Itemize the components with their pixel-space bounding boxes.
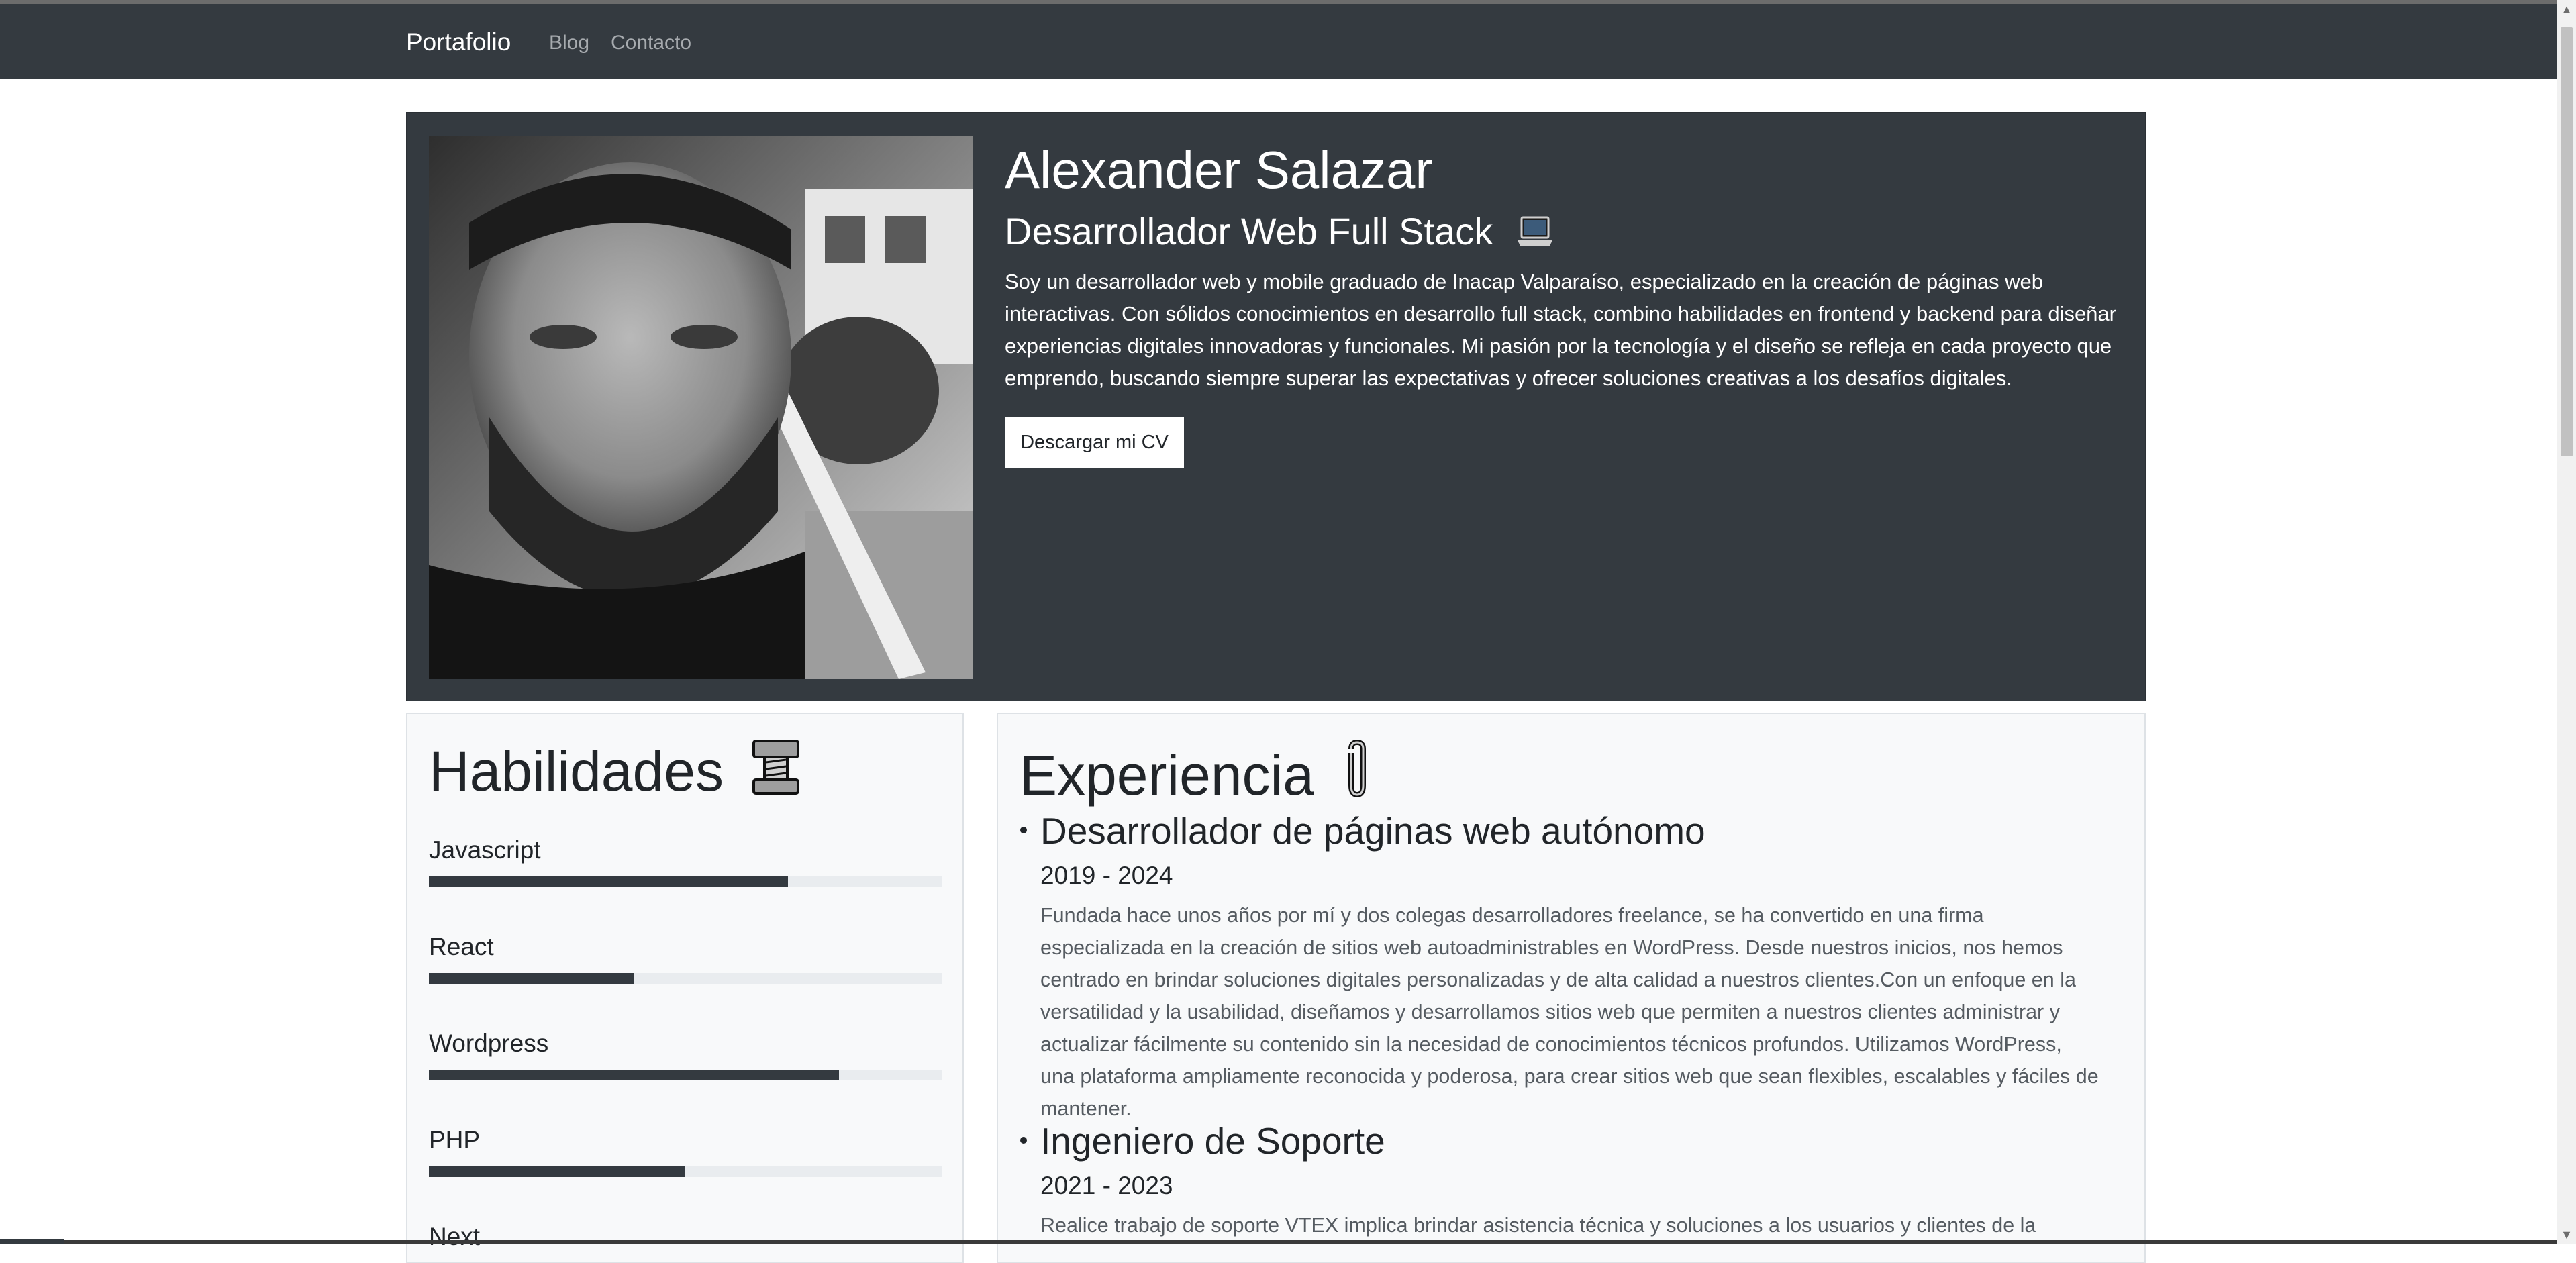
skills-card: Habilidades Javascript React Wordpress P… <box>406 713 964 1263</box>
skill-progress-fill <box>429 973 634 984</box>
list-bullet <box>1020 827 1027 833</box>
skill-progress-track <box>429 973 942 984</box>
experience-item-title: Ingeniero de Soporte <box>1040 1120 1385 1162</box>
skill-progress-fill <box>429 876 788 887</box>
nut-bolt-icon <box>751 738 801 809</box>
experience-item-description: Realice trabajo de soporte VTEX implica … <box>1040 1214 2036 1237</box>
profile-photo <box>429 136 973 679</box>
skill-javascript: Javascript <box>429 836 942 887</box>
experience-item-years: 2019 - 2024 <box>1040 862 1173 889</box>
skills-title-text: Habilidades <box>429 740 724 803</box>
horizontal-scrollbar-thumb[interactable] <box>0 1239 64 1244</box>
experience-card: Experiencia Desarrollador de páginas web… <box>997 713 2146 1263</box>
scroll-down-arrow-icon[interactable]: ▼ <box>2557 1225 2576 1244</box>
nav-link-contacto[interactable]: Contacto <box>611 32 691 54</box>
skills-title: Habilidades <box>429 738 801 809</box>
skill-react: React <box>429 933 942 984</box>
scroll-up-arrow-icon[interactable]: ▲ <box>2557 0 2576 19</box>
hero-section: Alexander Salazar Desarrollador Web Full… <box>406 112 2146 701</box>
skill-progress-fill <box>429 1070 840 1080</box>
experience-title-text: Experiencia <box>1020 744 1314 807</box>
list-bullet <box>1020 1137 1027 1144</box>
experience-item-years: 2021 - 2023 <box>1040 1172 1173 1199</box>
skill-name: Wordpress <box>429 1029 549 1057</box>
hero-role-text: Desarrollador Web Full Stack <box>1005 210 1493 252</box>
skill-progress-fill <box>429 1166 685 1177</box>
vertical-scrollbar-thumb[interactable] <box>2561 27 2573 456</box>
experience-title: Experiencia <box>1020 738 1373 813</box>
skill-php: PHP <box>429 1126 942 1177</box>
top-navbar: Portafolio Blog Contacto <box>0 4 2557 79</box>
horizontal-scrollbar-track[interactable] <box>64 1240 2557 1244</box>
skill-name: PHP <box>429 1126 481 1154</box>
experience-item: Ingeniero de Soporte 2021 - 2023 Realice… <box>1020 1119 2114 1242</box>
hero-bio: Soy un desarrollador web y mobile gradua… <box>1005 270 2116 390</box>
download-cv-button[interactable]: Descargar mi CV <box>1005 417 1184 468</box>
skill-progress-track <box>429 1166 942 1177</box>
experience-item-description: Fundada hace unos años por mí y dos cole… <box>1040 904 2099 1120</box>
navbar-brand[interactable]: Portafolio <box>406 28 511 56</box>
skill-progress-track <box>429 876 942 887</box>
laptop-icon <box>1517 212 1553 256</box>
skill-name: React <box>429 933 494 960</box>
skill-next: Next <box>429 1223 942 1251</box>
experience-item: Desarrollador de páginas web autónomo 20… <box>1020 809 2114 1125</box>
skill-progress-track <box>429 1070 942 1080</box>
paperclip-icon <box>1342 738 1373 813</box>
skill-wordpress: Wordpress <box>429 1029 942 1080</box>
hero-role: Desarrollador Web Full Stack <box>1005 209 1553 256</box>
experience-item-title: Desarrollador de páginas web autónomo <box>1040 810 1705 852</box>
skill-name: Javascript <box>429 836 541 864</box>
skill-name: Next <box>429 1223 481 1250</box>
vertical-scrollbar[interactable]: ▲ ▼ <box>2557 0 2576 1244</box>
hero-name: Alexander Salazar <box>1005 140 1433 199</box>
nav-link-blog[interactable]: Blog <box>549 32 589 54</box>
